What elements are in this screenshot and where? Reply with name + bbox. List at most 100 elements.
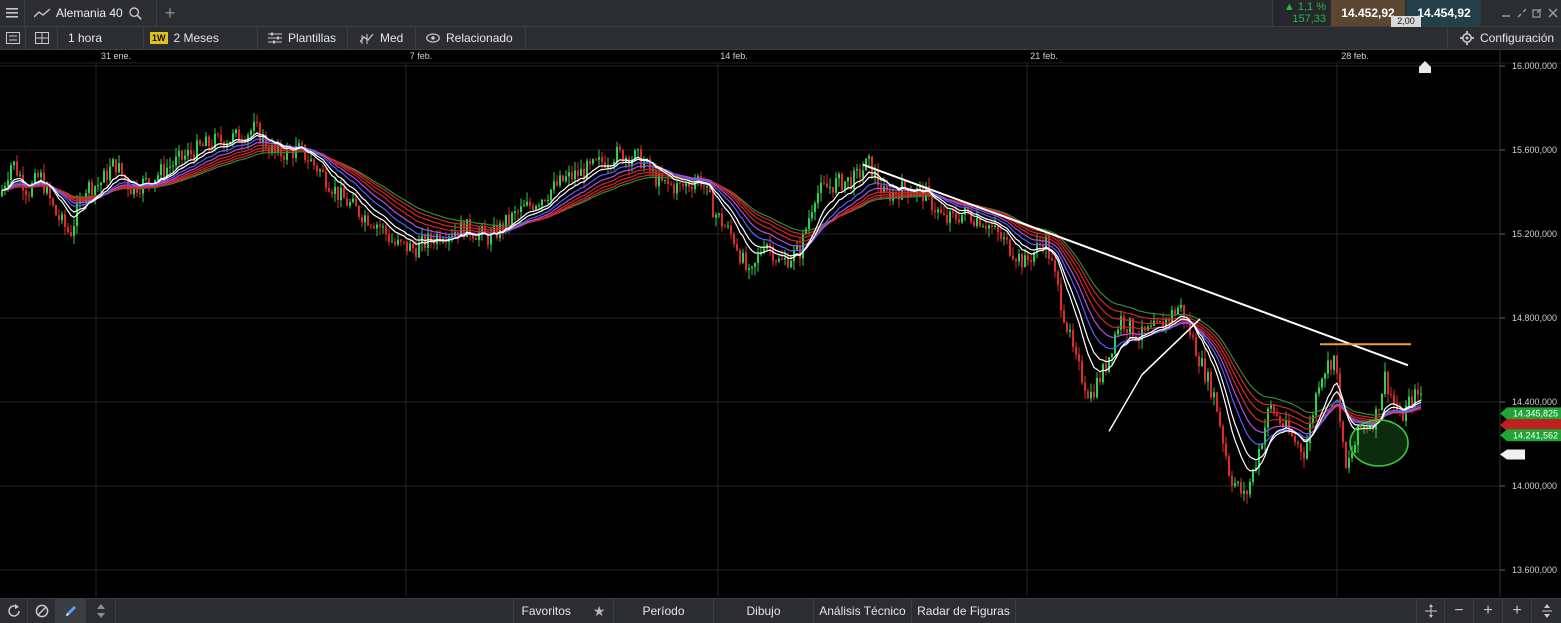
candle-body bbox=[58, 215, 60, 221]
range-label: 2 Meses bbox=[173, 31, 219, 45]
candle-body bbox=[973, 221, 975, 226]
candle-body bbox=[1228, 456, 1230, 476]
plus-icon: + bbox=[164, 2, 176, 23]
drawn-annotations bbox=[862, 163, 1411, 467]
candle-body bbox=[103, 170, 105, 183]
indicator-button[interactable]: Med bbox=[348, 27, 416, 49]
candle-body bbox=[472, 234, 474, 239]
disable-button[interactable] bbox=[28, 599, 56, 623]
candle-body bbox=[313, 159, 315, 166]
candle-body bbox=[97, 184, 99, 187]
candle-body bbox=[784, 257, 786, 260]
popout-icon[interactable] bbox=[1532, 8, 1542, 18]
range-select[interactable]: 1W 2 Meses bbox=[144, 27, 258, 49]
gear-icon bbox=[1460, 31, 1474, 45]
candle-body bbox=[436, 234, 438, 244]
candle-body bbox=[508, 214, 510, 225]
candle-body bbox=[1198, 356, 1200, 367]
hamburger-icon bbox=[6, 8, 18, 18]
candle-body bbox=[946, 214, 948, 223]
candle-body bbox=[601, 157, 603, 163]
technical-analysis-tab[interactable]: Análisis Técnico bbox=[814, 599, 912, 623]
candle-body bbox=[595, 159, 597, 161]
price-label: 15.600,000 bbox=[1512, 145, 1557, 155]
layout-button[interactable] bbox=[26, 27, 58, 49]
eye-icon bbox=[426, 33, 440, 43]
templates-button[interactable]: Plantillas bbox=[258, 27, 348, 49]
candle-body bbox=[19, 175, 21, 177]
price-label: 14.400,000 bbox=[1512, 397, 1557, 407]
candle-body bbox=[1069, 329, 1071, 332]
fit-button[interactable] bbox=[1532, 599, 1561, 623]
candle-body bbox=[685, 183, 687, 187]
favorites-tab[interactable]: Favoritos ★ bbox=[514, 599, 614, 623]
candle-body bbox=[172, 165, 174, 167]
candle-body bbox=[523, 205, 525, 207]
add-tab-button[interactable]: + bbox=[156, 0, 183, 26]
pattern-radar-tab[interactable]: Radar de Figuras bbox=[912, 599, 1016, 623]
candle-body bbox=[1240, 482, 1242, 494]
list-view-button[interactable] bbox=[0, 27, 26, 49]
indicator-label: Med bbox=[380, 31, 404, 45]
candle-body bbox=[418, 242, 420, 258]
minimize-icon[interactable] bbox=[1501, 8, 1511, 18]
candle-body bbox=[1159, 321, 1161, 323]
candle-body bbox=[520, 206, 522, 212]
candle-body bbox=[535, 205, 537, 210]
timeframe-select[interactable]: 1 hora bbox=[58, 27, 144, 49]
candle-body bbox=[175, 156, 177, 166]
candle-body bbox=[667, 179, 669, 184]
candle-body bbox=[1174, 309, 1176, 315]
close-icon[interactable] bbox=[1548, 8, 1558, 18]
plus-icon: + bbox=[1483, 602, 1493, 619]
reset-button[interactable] bbox=[0, 599, 28, 623]
candle-body bbox=[1297, 442, 1299, 445]
candle-body bbox=[187, 150, 189, 156]
candle-body bbox=[1216, 392, 1218, 412]
candle-body bbox=[55, 205, 57, 216]
candle-body bbox=[1021, 254, 1023, 268]
candle-body bbox=[712, 192, 714, 218]
candle-body bbox=[1183, 304, 1185, 321]
candle-body bbox=[1393, 394, 1395, 404]
candle-body bbox=[823, 182, 825, 184]
candle-body bbox=[580, 168, 582, 176]
candle-body bbox=[139, 192, 141, 194]
candle-body bbox=[757, 254, 759, 263]
candle-body bbox=[355, 198, 357, 207]
move-button[interactable] bbox=[1416, 599, 1445, 623]
candle-body bbox=[310, 159, 312, 162]
instrument-tab[interactable]: Alemania 40 bbox=[24, 0, 152, 26]
candle-body bbox=[190, 150, 192, 155]
zoom-out-button[interactable]: − bbox=[1445, 599, 1474, 623]
search-icon[interactable] bbox=[129, 6, 142, 20]
sort-button[interactable] bbox=[86, 599, 116, 623]
candle-body bbox=[1207, 372, 1209, 382]
settings-button[interactable]: Configuración bbox=[1447, 27, 1561, 49]
candle-body bbox=[982, 226, 984, 228]
crosshair-button[interactable]: + bbox=[1503, 599, 1532, 623]
period-tab[interactable]: Período bbox=[614, 599, 714, 623]
grid-layout-icon bbox=[34, 32, 49, 44]
menu-button[interactable] bbox=[0, 0, 25, 26]
candle-body bbox=[16, 161, 18, 176]
candle-body bbox=[664, 179, 666, 181]
price-chart[interactable]: 16.000,000 15.600,000 15.200,000 14.800,000… bbox=[0, 49, 1561, 598]
candle-body bbox=[37, 173, 39, 178]
zoom-in-button[interactable]: + bbox=[1474, 599, 1503, 623]
candle-body bbox=[832, 186, 834, 193]
candle-body bbox=[682, 184, 684, 187]
candle-body bbox=[52, 198, 54, 206]
candle-body bbox=[1390, 394, 1392, 396]
candle-body bbox=[1330, 360, 1332, 370]
drawing-tab[interactable]: Dibujo bbox=[714, 599, 814, 623]
related-button[interactable]: Relacionado bbox=[416, 27, 526, 49]
candle-body bbox=[1063, 310, 1065, 323]
candle-body bbox=[28, 195, 30, 197]
draw-tool-button[interactable] bbox=[56, 599, 86, 623]
window-controls bbox=[1498, 0, 1561, 26]
candle-body bbox=[817, 192, 819, 204]
collapse-icon[interactable] bbox=[1517, 8, 1527, 18]
candle-body bbox=[781, 258, 783, 260]
candle-body bbox=[715, 214, 717, 218]
